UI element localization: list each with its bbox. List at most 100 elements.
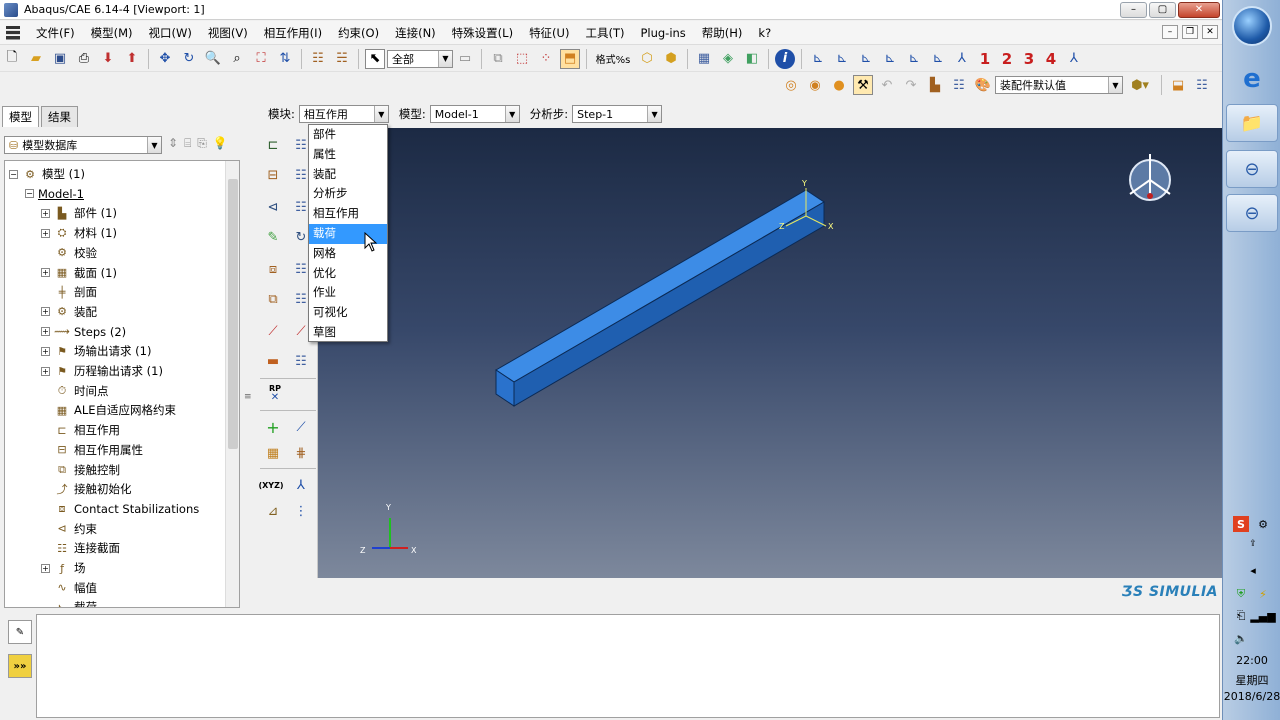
view-number-2[interactable]: 2 xyxy=(996,50,1018,68)
tree-expander-icon[interactable]: + xyxy=(41,228,50,238)
chevron-down-icon[interactable]: ▼ xyxy=(1108,77,1122,93)
module-combo[interactable]: 相互作用 ▼ xyxy=(298,105,389,123)
menu-item-4[interactable]: 相互作用(I) xyxy=(256,25,330,41)
color-dot-icon[interactable]: ● xyxy=(829,75,849,95)
create-surface-icon[interactable]: ▬ xyxy=(262,350,284,372)
box-zoom-icon[interactable]: ⌕ xyxy=(227,49,247,69)
clock-weekday[interactable]: 星期四 xyxy=(1223,672,1280,688)
tree-item[interactable]: + ⚑ 历程输出请求 (1) xyxy=(41,362,163,380)
tree-expander-icon[interactable]: + xyxy=(41,268,50,277)
chevron-down-icon[interactable]: ▼ xyxy=(438,50,452,67)
edit-csys-icon[interactable]: ⋮ xyxy=(290,500,312,522)
cycle-views-icon[interactable]: ⇅ xyxy=(275,49,295,69)
tree-item[interactable]: + ▙ 部件 (1) xyxy=(41,204,117,222)
menu-item-8[interactable]: 特征(U) xyxy=(521,25,577,41)
tree-scrollbar[interactable] xyxy=(225,161,239,607)
maximize-button[interactable]: ▢ xyxy=(1149,2,1176,18)
ime-settings-icon[interactable]: ⚙ xyxy=(1255,516,1271,532)
redo-icon[interactable]: ↷ xyxy=(901,75,921,95)
tree-item[interactable]: ▦ ALE自适应网格约束 xyxy=(41,401,176,419)
export-icon[interactable]: ⬆ xyxy=(122,49,142,69)
wireframe-cube-icon[interactable]: ⬡ xyxy=(637,49,657,69)
module-option[interactable]: 属性 xyxy=(309,145,387,165)
tree-item[interactable]: ⧈ Contact Stabilizations xyxy=(41,500,200,518)
tree-scrollbar-thumb[interactable] xyxy=(228,179,238,449)
select-box-icon[interactable]: ⬚ xyxy=(512,49,532,69)
tree-expander-icon[interactable]: + xyxy=(41,307,50,317)
panel-splitter-grip[interactable]: ≡ xyxy=(244,392,252,402)
view-back-icon[interactable]: ⊾ xyxy=(832,49,852,69)
beam-side-face[interactable] xyxy=(513,201,825,407)
part-cube-icon[interactable]: ◧ xyxy=(742,49,762,69)
mdi-close-button[interactable]: ✕ xyxy=(1202,25,1218,39)
tree-expander-icon[interactable]: + xyxy=(41,327,50,337)
module-option[interactable]: 装配 xyxy=(309,165,387,185)
model-combo[interactable]: Model-1 ▼ xyxy=(429,105,520,123)
menu-item-3[interactable]: 视图(V) xyxy=(200,25,256,41)
model-database-combo[interactable]: ⛁ 模型数据库 ▼ xyxy=(4,136,162,154)
create-datum-point-icon[interactable]: + xyxy=(262,416,284,438)
tree-item[interactable]: − Model-1 xyxy=(25,185,84,203)
module-option[interactable]: 分析步 xyxy=(309,184,387,204)
open-folder-icon[interactable]: ▰ xyxy=(26,49,46,69)
message-text-box[interactable] xyxy=(36,614,1220,718)
module-option[interactable]: 可视化 xyxy=(309,303,387,323)
create-connector-icon[interactable]: ✎ xyxy=(262,226,284,248)
create-interaction-property-icon[interactable]: ⊟ xyxy=(262,164,284,186)
chevron-down-icon[interactable]: ▼ xyxy=(647,106,662,122)
volume-icon[interactable]: 🔈 xyxy=(1233,630,1249,646)
beam-top-face[interactable] xyxy=(495,189,825,383)
tree-item[interactable]: ∿ 幅值 xyxy=(41,579,97,597)
tree-expander-icon[interactable]: − xyxy=(25,189,34,199)
shaded-cube-icon[interactable]: ⬢ xyxy=(661,49,681,69)
module-option[interactable]: 优化 xyxy=(309,264,387,284)
measure-icon[interactable]: ☵ xyxy=(332,49,352,69)
datum-csys-icon[interactable]: ⅄ xyxy=(290,474,312,496)
menu-item-6[interactable]: 连接(N) xyxy=(387,25,444,41)
sort-icon[interactable]: ⇕ xyxy=(168,136,178,151)
network-icon[interactable]: ▂▄▆ xyxy=(1250,608,1275,624)
step-combo[interactable]: Step-1 ▼ xyxy=(572,105,663,123)
menu-item-1[interactable]: 模型(M) xyxy=(83,25,141,41)
select-nodes-icon[interactable]: ⁘ xyxy=(536,49,556,69)
sogou-ime-icon[interactable]: S xyxy=(1233,516,1249,532)
tree-item[interactable]: + ⚑ 场输出请求 (1) xyxy=(41,342,151,360)
file-explorer-task-button[interactable]: 📁 xyxy=(1226,104,1278,142)
internet-explorer-icon[interactable]: e xyxy=(1226,60,1278,98)
tree-item[interactable]: ⊟ 相互作用属性 xyxy=(41,441,143,459)
clock-time[interactable]: 22:00 xyxy=(1223,654,1280,667)
lightbulb-icon[interactable]: 💡 xyxy=(213,136,228,151)
save-icon[interactable]: ▣ xyxy=(50,49,70,69)
module-option[interactable]: 作业 xyxy=(309,283,387,303)
query-csys-icon[interactable]: ⊿ xyxy=(262,500,284,522)
python-prompt-icon[interactable]: »» xyxy=(8,654,32,678)
start-button[interactable] xyxy=(1232,6,1272,46)
create-constraint-icon[interactable]: ⊲ xyxy=(262,196,284,218)
color-table-icon[interactable]: ☷ xyxy=(949,75,969,95)
ime-mode-icon[interactable]: ⇪ xyxy=(1245,536,1261,552)
tree-item[interactable]: ╪ 剖面 xyxy=(41,283,97,301)
partition-icon[interactable]: ⋕ xyxy=(290,442,312,464)
tree-item[interactable]: ⊏ 相互作用 xyxy=(41,421,120,439)
tree-item[interactable]: ⤴ 接触初始化 xyxy=(41,480,132,498)
create-fastener-icon[interactable]: ⧈ xyxy=(262,258,284,280)
query-icon[interactable]: ☷ xyxy=(308,49,328,69)
module-option[interactable]: 相互作用 xyxy=(309,204,387,224)
menu-item-0[interactable]: 文件(F) xyxy=(28,25,83,41)
view-front-icon[interactable]: ⊾ xyxy=(808,49,828,69)
usb-device-icon[interactable]: ⎗ xyxy=(1233,608,1249,624)
view-number-1[interactable]: 1 xyxy=(974,50,996,68)
view-cube-icon[interactable] xyxy=(1129,154,1171,201)
view-top-icon[interactable]: ⊾ xyxy=(904,49,924,69)
tab-model[interactable]: 模型 xyxy=(2,106,39,127)
clock-date[interactable]: 2018/6/28 xyxy=(1223,690,1280,703)
view-right-icon[interactable]: ⊾ xyxy=(880,49,900,69)
tree-item[interactable]: ⊾ 载荷 xyxy=(41,598,97,607)
tab-results[interactable]: 结果 xyxy=(41,106,78,127)
select-arrow-icon[interactable]: ⬉ xyxy=(365,48,385,69)
tree-item[interactable]: + ▦ 截面 (1) xyxy=(41,264,117,282)
view-iso-icon[interactable]: ⅄ xyxy=(952,49,972,69)
undo-icon[interactable]: ↶ xyxy=(877,75,897,95)
instance-color-combo[interactable]: 装配件默认值 ▼ xyxy=(995,76,1123,94)
tree-expander-icon[interactable]: + xyxy=(41,208,50,218)
